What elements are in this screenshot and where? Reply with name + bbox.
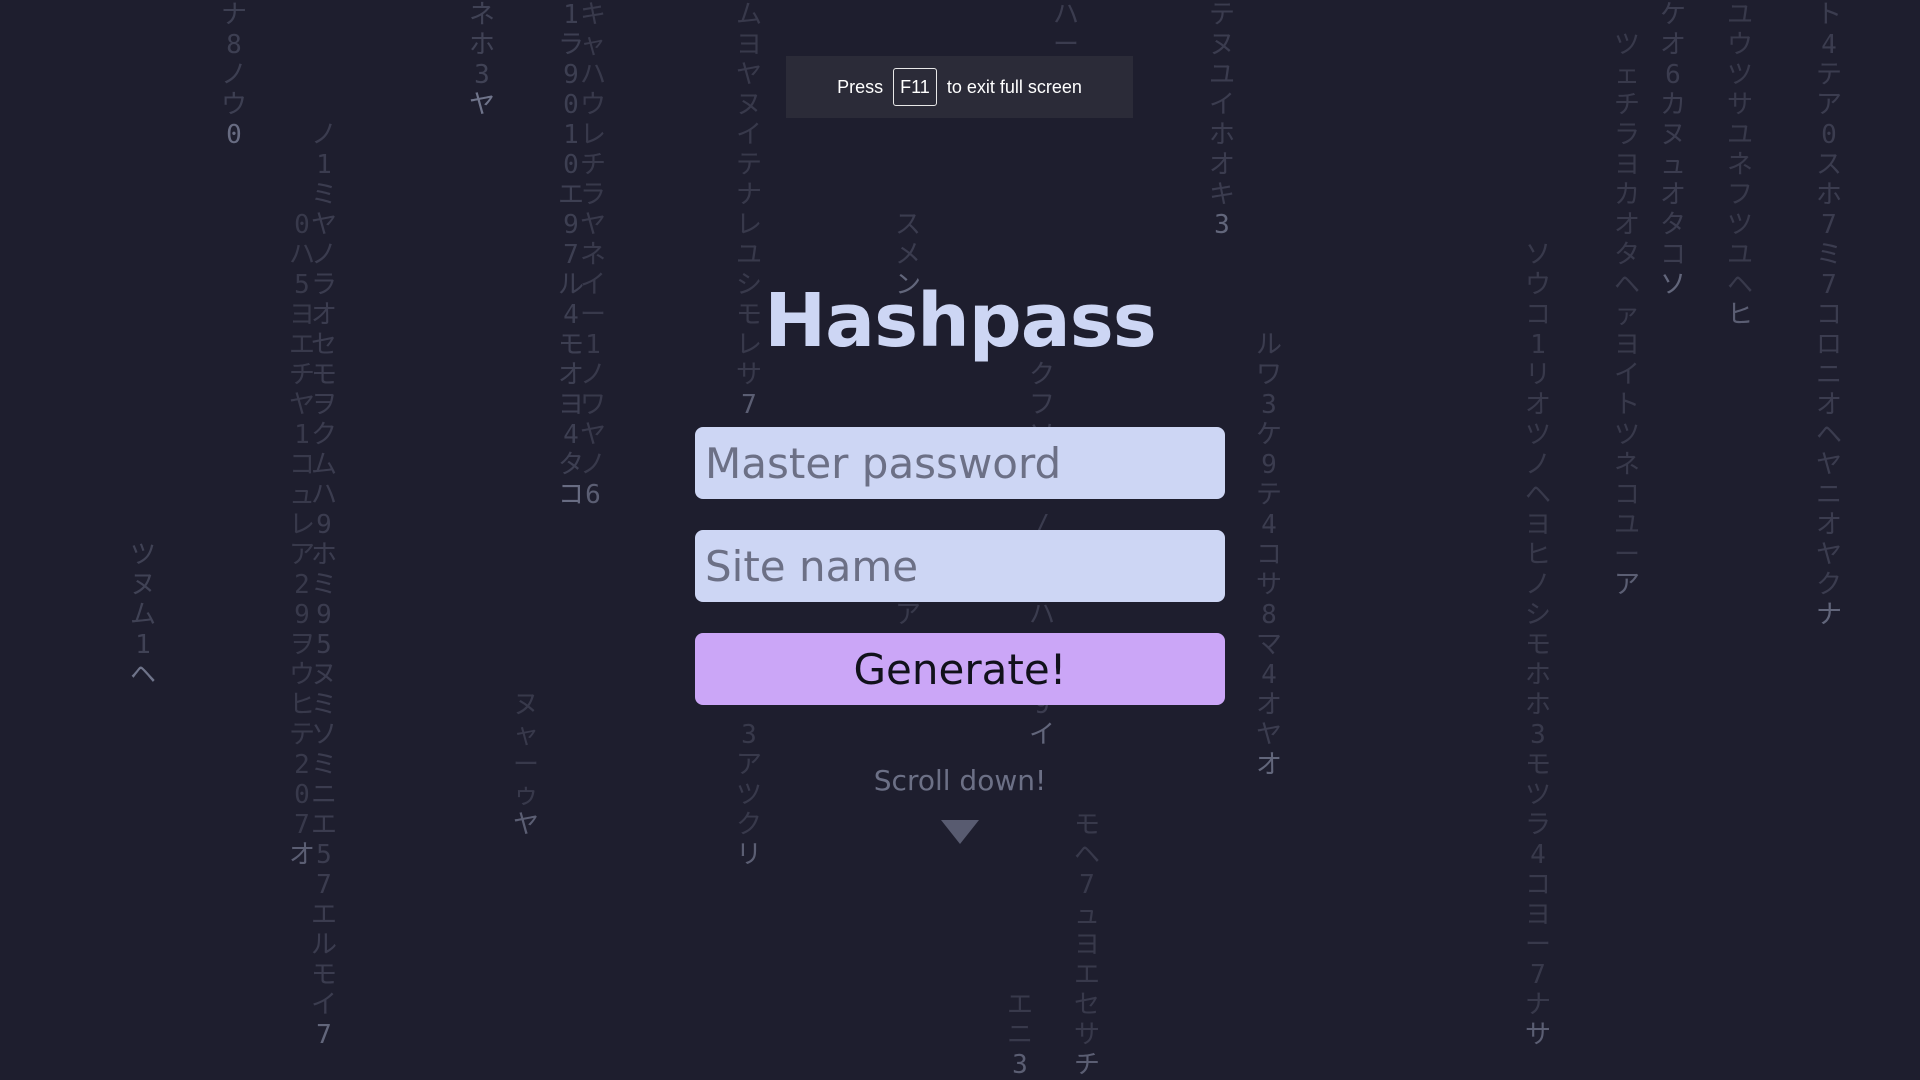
f11-key-badge: F11 — [893, 68, 937, 106]
scroll-hint: Scroll down! — [873, 764, 1047, 797]
generate-button[interactable]: Generate! — [695, 633, 1225, 705]
toast-text-before: Press — [837, 76, 884, 97]
toast-text-after: to exit full screen — [946, 76, 1082, 97]
master-password-input[interactable] — [695, 427, 1225, 499]
site-name-input[interactable] — [695, 530, 1225, 602]
app-title: Hashpass — [764, 278, 1157, 364]
fullscreen-exit-toast: Press F11 to exit full screen — [786, 56, 1133, 118]
scroll-down-arrow-icon[interactable] — [941, 820, 979, 844]
hashpass-app: Hashpass Generate! Scroll down! — [0, 0, 1920, 1080]
